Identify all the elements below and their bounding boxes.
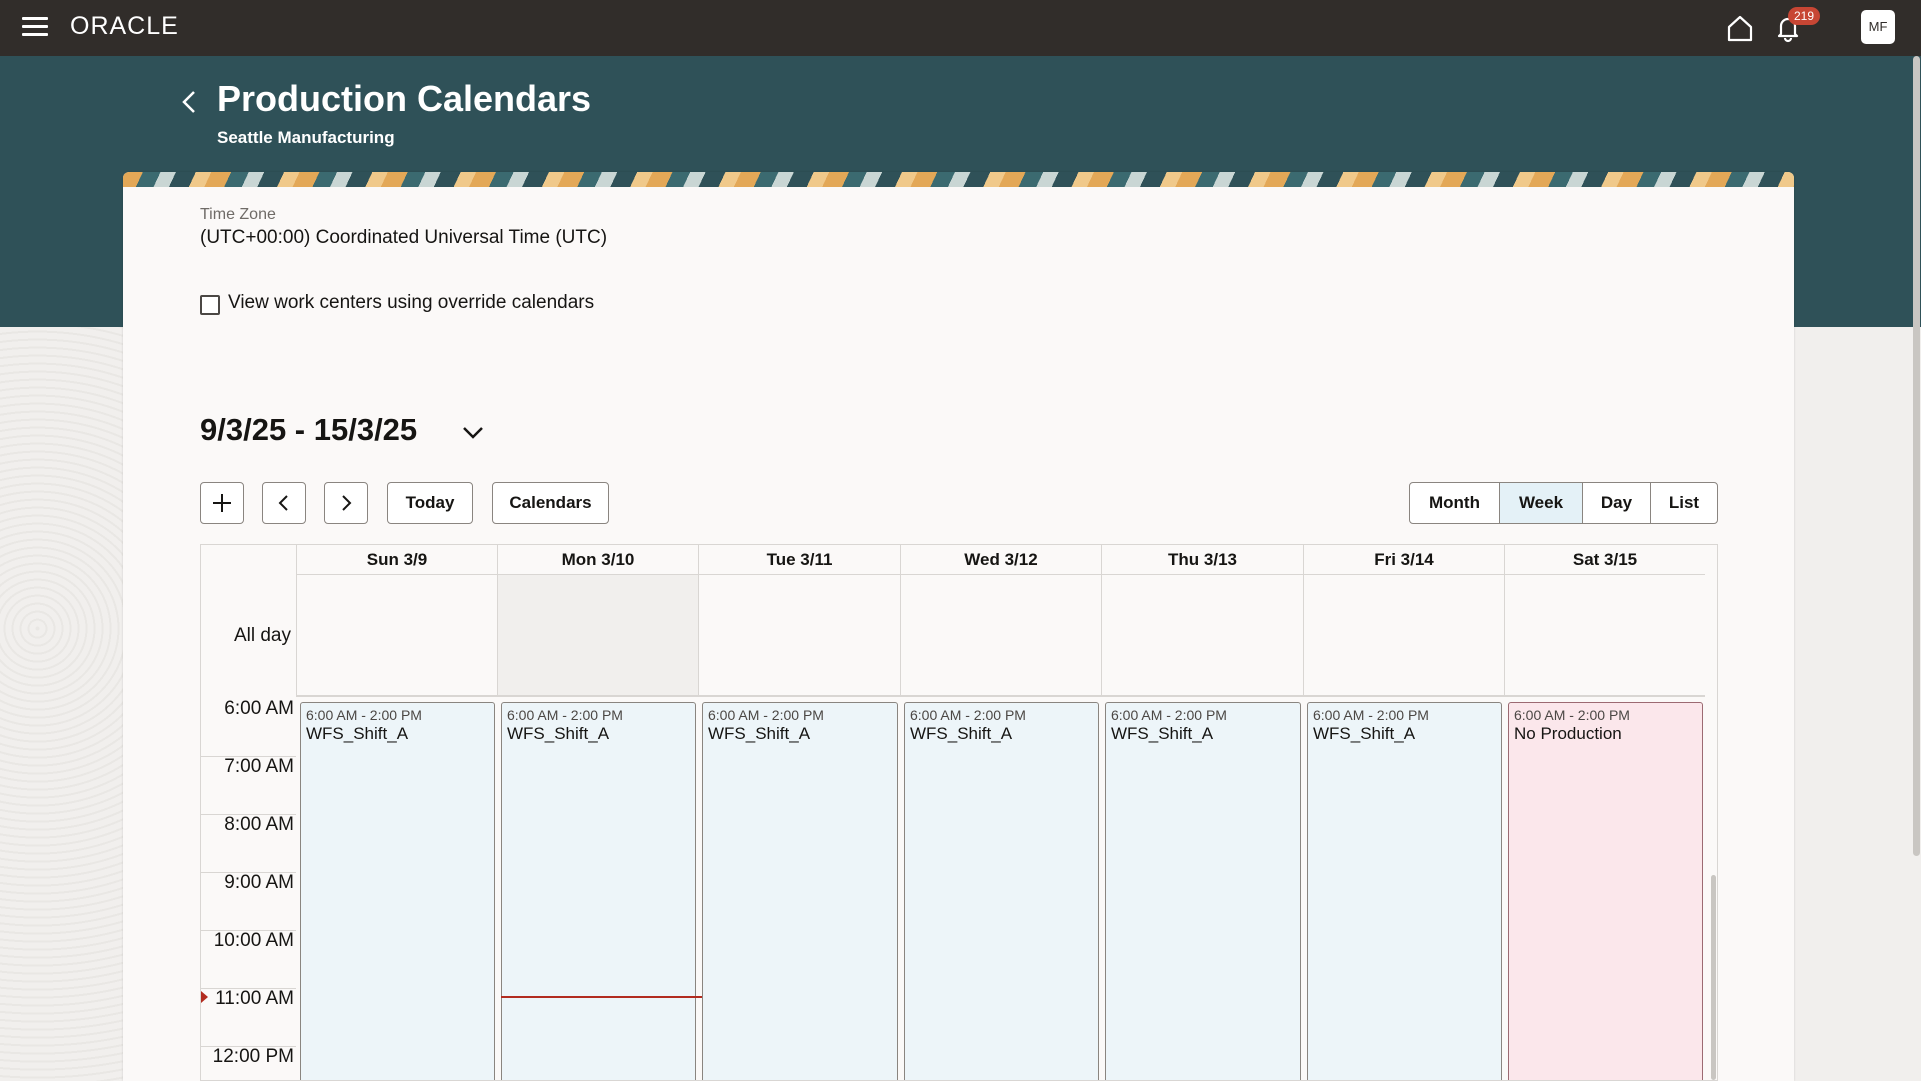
shift-event-sun[interactable]: 6:00 AM - 2:00 PM WFS_Shift_A [300,702,495,1080]
menu-icon[interactable] [22,17,48,37]
view-month-button[interactable]: Month [1410,483,1500,523]
shift-event-mon[interactable]: 6:00 AM - 2:00 PM WFS_Shift_A [501,702,696,1080]
today-button[interactable]: Today [387,482,473,524]
next-week-button[interactable] [324,482,368,524]
event-title: WFS_Shift_A [507,724,610,743]
current-time-marker [201,991,208,1003]
decorative-banner [123,172,1794,187]
calendars-button[interactable]: Calendars [492,482,609,524]
allday-cell[interactable] [1504,575,1705,697]
content-card: Time Zone (UTC+00:00) Coordinated Univer… [123,172,1794,1081]
event-time: 6:00 AM - 2:00 PM [708,707,824,723]
event-title: WFS_Shift_A [306,724,409,743]
shift-event-thu[interactable]: 6:00 AM - 2:00 PM WFS_Shift_A [1105,702,1301,1080]
timezone-value: (UTC+00:00) Coordinated Universal Time (… [200,227,608,248]
day-header-mon: Mon 3/10 [497,545,698,575]
current-time-line [501,996,702,998]
view-switcher: Month Week Day List [1409,482,1718,524]
page-scrollbar[interactable] [1913,56,1920,856]
event-time: 6:00 AM - 2:00 PM [1514,707,1630,723]
oracle-logo[interactable]: ORACLE [70,12,179,41]
chevron-left-icon [278,495,288,511]
event-time: 6:00 AM - 2:00 PM [1313,707,1429,723]
user-avatar[interactable]: MF [1861,10,1895,44]
hour-label: 8:00 AM [224,814,294,835]
override-calendars-label[interactable]: View work centers using override calenda… [228,292,594,314]
event-title: WFS_Shift_A [1111,724,1214,743]
chevron-right-icon [342,495,352,511]
event-time: 6:00 AM - 2:00 PM [306,707,422,723]
allday-label: All day [233,625,291,646]
hour-label: 9:00 AM [224,872,294,893]
day-header-fri: Fri 3/14 [1303,545,1504,575]
allday-cell[interactable] [900,575,1101,697]
page-subtitle: Seattle Manufacturing [217,128,395,147]
event-title: WFS_Shift_A [1313,724,1416,743]
notification-badge: 219 [1788,7,1821,25]
shift-event-wed[interactable]: 6:00 AM - 2:00 PM WFS_Shift_A [904,702,1099,1080]
day-header-wed: Wed 3/12 [900,545,1101,575]
view-week-button[interactable]: Week [1500,483,1583,523]
hour-label: 7:00 AM [224,756,294,777]
date-range-title: 9/3/25 - 15/3/25 [200,412,418,447]
home-icon[interactable] [1725,13,1755,43]
day-header-tue: Tue 3/11 [698,545,900,575]
allday-cell[interactable] [1101,575,1303,697]
back-icon[interactable] [178,86,202,118]
day-header-sun: Sun 3/9 [296,545,497,575]
view-day-button[interactable]: Day [1583,483,1651,523]
global-header: ORACLE 219 MF [0,0,1921,56]
event-time: 6:00 AM - 2:00 PM [910,707,1026,723]
day-header-thu: Thu 3/13 [1101,545,1303,575]
calendar-scrollbar[interactable] [1711,875,1716,1080]
week-calendar-grid: Sun 3/9 Mon 3/10 Tue 3/11 Wed 3/12 Thu 3… [200,544,1718,1081]
shift-event-tue[interactable]: 6:00 AM - 2:00 PM WFS_Shift_A [702,702,898,1080]
add-event-button[interactable] [200,482,244,524]
hour-label: 10:00 AM [213,930,294,951]
event-time: 6:00 AM - 2:00 PM [1111,707,1227,723]
allday-cell[interactable] [698,575,900,697]
shift-event-fri[interactable]: 6:00 AM - 2:00 PM WFS_Shift_A [1307,702,1502,1080]
hour-label: 11:00 AM [215,988,294,1009]
chevron-down-icon[interactable] [461,424,485,442]
page-title: Production Calendars [217,78,592,119]
plus-icon [213,494,231,512]
view-list-button[interactable]: List [1651,483,1717,523]
event-title: WFS_Shift_A [910,724,1013,743]
override-calendars-checkbox[interactable] [200,295,220,315]
background-pattern [0,327,125,1081]
allday-cell[interactable] [1303,575,1504,697]
previous-week-button[interactable] [262,482,306,524]
hour-label: 12:00 PM [212,1046,294,1067]
allday-cell[interactable] [296,575,497,697]
allday-cell[interactable] [497,575,698,697]
no-production-event-sat[interactable]: 6:00 AM - 2:00 PM No Production [1508,702,1703,1080]
event-title: No Production [1514,724,1622,743]
day-header-sat: Sat 3/15 [1504,545,1705,575]
timezone-label: Time Zone [200,206,276,223]
event-time: 6:00 AM - 2:00 PM [507,707,623,723]
hour-label: 6:00 AM [224,698,294,719]
event-title: WFS_Shift_A [708,724,811,743]
